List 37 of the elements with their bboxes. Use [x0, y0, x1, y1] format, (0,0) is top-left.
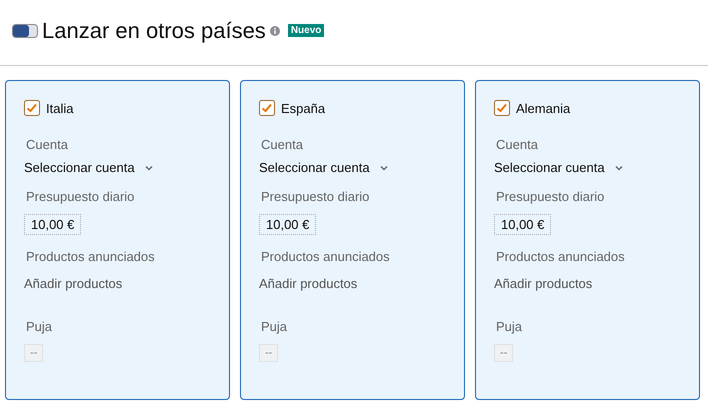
section-title: Lanzar en otros países: [42, 18, 266, 44]
caret-icon[interactable]: [144, 164, 153, 170]
field-label: Productos anunciados: [496, 249, 625, 264]
budget-field[interactable]: 10,00 €: [24, 214, 82, 235]
field-label: Puja: [26, 319, 52, 334]
field-label: Cuenta: [496, 137, 538, 152]
field-label: Puja: [261, 319, 288, 334]
bid-field: --: [24, 344, 44, 362]
account-dropdown[interactable]: Seleccionar cuenta: [494, 160, 605, 175]
field-label: Cuenta: [261, 137, 303, 152]
checkbox[interactable]: [494, 100, 510, 116]
country-name: España: [281, 100, 326, 116]
add-products-link[interactable]: Añadir productos: [494, 276, 592, 291]
caret-icon[interactable]: [614, 164, 623, 170]
country-name: Italia: [46, 100, 74, 116]
checkbox[interactable]: [259, 100, 275, 116]
field-label: Presupuesto diario: [261, 189, 370, 204]
info-icon[interactable]: [270, 26, 280, 36]
country-name: Alemania: [516, 100, 570, 116]
add-products-link[interactable]: Añadir productos: [259, 276, 358, 291]
account-dropdown[interactable]: Seleccionar cuenta: [259, 160, 370, 175]
bid-field: --: [494, 344, 514, 362]
checkbox[interactable]: [24, 100, 40, 116]
budget-field[interactable]: 10,00 €: [259, 214, 316, 235]
new-badge: Nuevo: [288, 24, 324, 37]
field-label: Puja: [496, 319, 522, 334]
field-label: Productos anunciados: [261, 249, 390, 264]
toggle-switch[interactable]: [12, 24, 38, 38]
account-dropdown[interactable]: Seleccionar cuenta: [24, 160, 135, 175]
field-label: Productos anunciados: [26, 249, 155, 264]
add-products-link[interactable]: Añadir productos: [24, 276, 122, 291]
bid-field: --: [259, 344, 278, 362]
caret-icon[interactable]: [380, 164, 388, 170]
field-label: Presupuesto diario: [26, 189, 134, 204]
budget-field[interactable]: 10,00 €: [494, 214, 552, 235]
field-label: Cuenta: [26, 137, 68, 152]
field-label: Presupuesto diario: [496, 189, 604, 204]
